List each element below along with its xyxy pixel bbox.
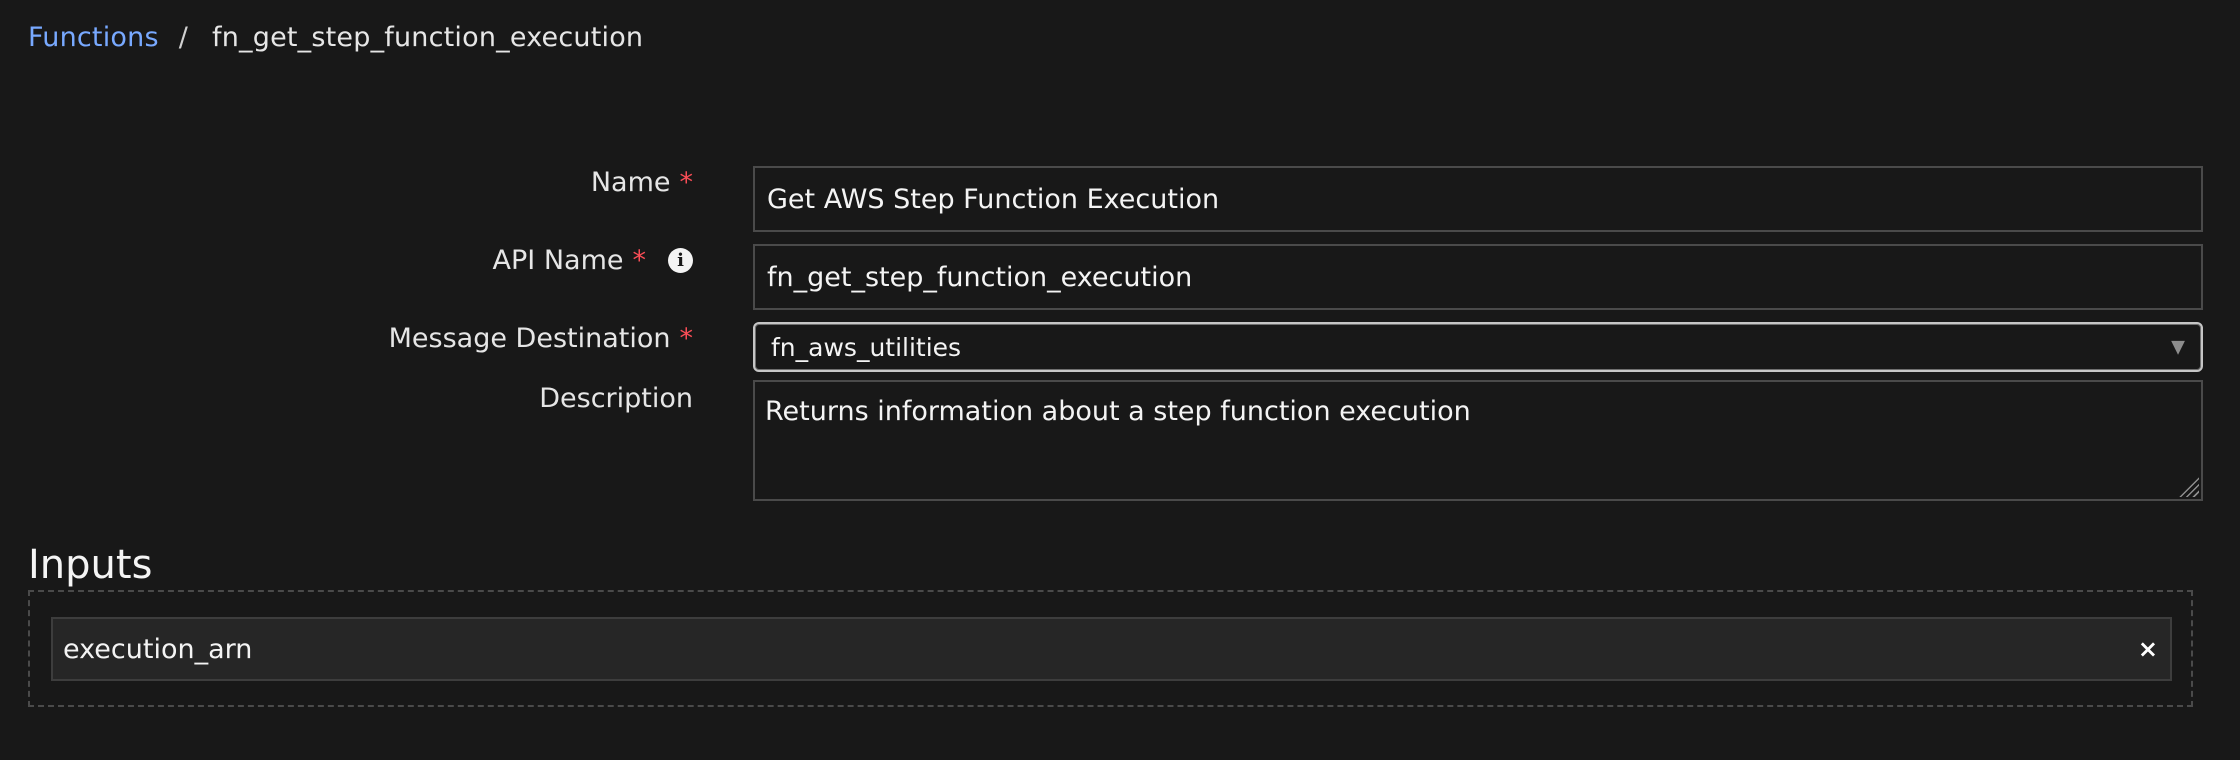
message-destination-label: Message Destination * xyxy=(389,323,693,354)
message-destination-label-text: Message Destination xyxy=(388,323,671,354)
description-label-text: Description xyxy=(539,383,693,414)
inputs-dropzone[interactable]: execution_arn × xyxy=(28,590,2193,707)
api-name-field-value: fn_get_step_function_execution xyxy=(767,261,1193,293)
breadcrumb: Functions / fn_get_step_function_executi… xyxy=(28,22,643,53)
name-label-text: Name xyxy=(590,167,671,198)
remove-input-icon[interactable]: × xyxy=(2138,635,2158,663)
description-textarea[interactable]: Returns information about a step functio… xyxy=(753,380,2203,501)
description-value: Returns information about a step functio… xyxy=(765,396,1471,427)
inputs-section-title: Inputs xyxy=(28,542,153,588)
api-name-label: API Name * i xyxy=(493,245,693,276)
required-mark: * xyxy=(679,323,694,354)
resize-grip-icon[interactable] xyxy=(2177,475,2199,497)
input-item-label: execution_arn xyxy=(63,633,253,665)
message-destination-select[interactable]: fn_aws_utilities ▼ xyxy=(753,322,2203,372)
breadcrumb-functions-link[interactable]: Functions xyxy=(28,22,159,53)
description-label: Description xyxy=(539,383,693,414)
breadcrumb-separator: / xyxy=(178,22,189,53)
name-label: Name * xyxy=(591,167,693,198)
input-item[interactable]: execution_arn × xyxy=(51,617,2172,681)
name-field-value: Get AWS Step Function Execution xyxy=(767,183,1220,215)
chevron-down-icon: ▼ xyxy=(2171,336,2185,358)
name-field[interactable]: Get AWS Step Function Execution xyxy=(753,166,2203,232)
api-name-label-text: API Name xyxy=(492,245,624,276)
api-name-field[interactable]: fn_get_step_function_execution xyxy=(753,244,2203,310)
required-mark: * xyxy=(679,167,694,198)
message-destination-value: fn_aws_utilities xyxy=(771,332,962,362)
info-icon[interactable]: i xyxy=(668,248,693,273)
required-mark: * xyxy=(632,245,647,276)
function-editor-page: Functions / fn_get_step_function_executi… xyxy=(0,0,2240,760)
breadcrumb-current: fn_get_step_function_execution xyxy=(212,22,644,53)
